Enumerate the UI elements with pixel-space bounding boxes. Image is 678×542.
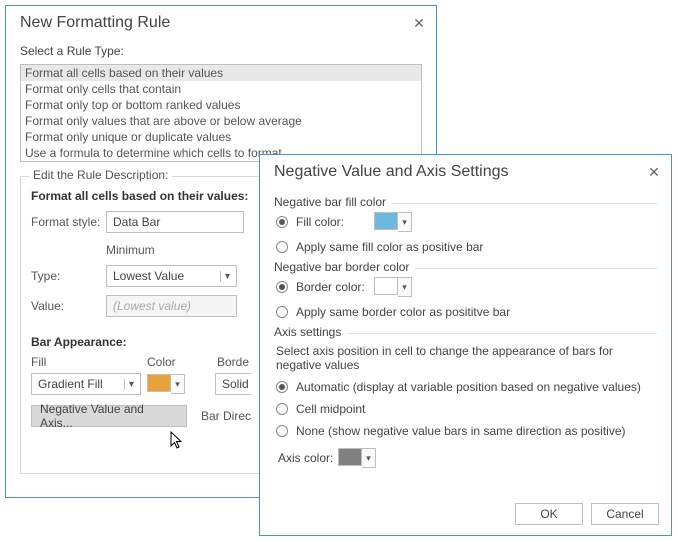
radio-icon	[276, 381, 288, 393]
ok-button[interactable]: OK	[515, 503, 583, 525]
chevron-down-icon: ▾	[362, 448, 376, 468]
chevron-down-icon: ▾	[171, 374, 185, 394]
axis-auto-radio[interactable]: Automatic (display at variable position …	[276, 380, 657, 394]
color-swatch	[147, 374, 171, 392]
neg-border-color-picker[interactable]: ▾	[374, 277, 412, 297]
value-placeholder: (Lowest value)	[113, 299, 191, 313]
list-item[interactable]: Format only top or bottom ranked values	[21, 97, 421, 113]
same-border-radio[interactable]: Apply same border color as posititve bar	[276, 305, 657, 319]
panel-legend: Edit the Rule Description:	[29, 168, 172, 182]
neg-fill-color-picker[interactable]: ▾	[374, 212, 412, 232]
axis-none-radio[interactable]: None (show negative value bars in same d…	[276, 424, 657, 438]
neg-fill-fieldset: Negative bar fill color	[274, 203, 657, 204]
fieldset-legend: Negative bar border color	[274, 260, 415, 274]
neg-border-fieldset: Negative bar border color	[274, 268, 657, 269]
axis-color-label: Axis color:	[278, 451, 338, 465]
radio-icon	[276, 216, 288, 228]
radio-icon	[276, 306, 288, 318]
axis-auto-label: Automatic (display at variable position …	[296, 380, 641, 394]
close-icon[interactable]: ✕	[412, 16, 426, 30]
border-select[interactable]: Solid	[215, 373, 251, 395]
border-color-radio[interactable]: Border color: ▾	[276, 277, 657, 297]
chevron-down-icon: ▾	[398, 212, 412, 232]
fill-select[interactable]: Gradient Fill ▾	[31, 373, 141, 395]
fill-header: Fill	[31, 355, 147, 369]
color-swatch	[374, 277, 398, 295]
same-border-label: Apply same border color as posititve bar	[296, 305, 510, 319]
same-fill-label: Apply same fill color as positive bar	[296, 240, 483, 254]
type-select[interactable]: Lowest Value ▾	[106, 265, 237, 287]
type-value: Lowest Value	[113, 269, 184, 283]
value-input: (Lowest value)	[106, 295, 237, 317]
radio-icon	[276, 281, 288, 293]
list-item[interactable]: Format only unique or duplicate values	[21, 129, 421, 145]
fill-color-picker[interactable]: ▾	[147, 374, 185, 394]
list-item[interactable]: Format all cells based on their values	[21, 65, 421, 81]
select-rule-type-label: Select a Rule Type:	[20, 44, 422, 58]
type-label: Type:	[31, 269, 106, 283]
rule-type-list[interactable]: Format all cells based on their values F…	[20, 64, 422, 162]
negative-value-axis-dialog: Negative Value and Axis Settings ✕ Negat…	[259, 154, 672, 536]
dialog-title: New Formatting Rule	[20, 14, 170, 32]
minimum-header: Minimum	[106, 243, 155, 257]
close-icon[interactable]: ✕	[647, 165, 661, 179]
list-item[interactable]: Format only cells that contain	[21, 81, 421, 97]
axis-help-text: Select axis position in cell to change t…	[276, 344, 657, 372]
radio-icon	[276, 241, 288, 253]
fill-color-label: Fill color:	[296, 215, 374, 229]
fieldset-legend: Axis settings	[274, 325, 347, 339]
axis-color-picker[interactable]: ▾	[338, 448, 376, 468]
fill-value: Gradient Fill	[38, 377, 103, 391]
border-header: Borde	[217, 355, 249, 369]
format-style-label: Format style:	[31, 215, 106, 229]
list-item[interactable]: Format only values that are above or bel…	[21, 113, 421, 129]
chevron-down-icon: ▾	[398, 277, 412, 297]
same-fill-radio[interactable]: Apply same fill color as positive bar	[276, 240, 657, 254]
cancel-button[interactable]: Cancel	[591, 503, 659, 525]
border-color-label: Border color:	[296, 280, 374, 294]
negative-value-axis-button[interactable]: Negative Value and Axis...	[31, 405, 187, 427]
axis-none-label: None (show negative value bars in same d…	[296, 424, 626, 438]
format-style-select[interactable]: Data Bar	[106, 211, 244, 233]
color-header: Color	[147, 355, 217, 369]
color-swatch	[374, 212, 398, 230]
titlebar: Negative Value and Axis Settings ✕	[260, 155, 671, 187]
color-swatch	[338, 448, 362, 466]
bar-direction-label: Bar Direc	[201, 409, 251, 423]
border-value: Solid	[222, 377, 249, 391]
fill-color-radio[interactable]: Fill color: ▾	[276, 212, 657, 232]
value-label: Value:	[31, 299, 106, 313]
axis-fieldset: Axis settings	[274, 333, 657, 334]
axis-mid-radio[interactable]: Cell midpoint	[276, 402, 657, 416]
chevron-down-icon: ▾	[220, 271, 230, 282]
radio-icon	[276, 403, 288, 415]
format-style-value: Data Bar	[113, 215, 160, 229]
radio-icon	[276, 425, 288, 437]
chevron-down-icon: ▾	[124, 379, 134, 390]
axis-color-row: Axis color: ▾	[276, 448, 657, 468]
fieldset-legend: Negative bar fill color	[274, 195, 392, 209]
titlebar: New Formatting Rule ✕	[6, 6, 436, 38]
dialog-title: Negative Value and Axis Settings	[274, 163, 509, 181]
dialog-footer: OK Cancel	[515, 503, 659, 525]
axis-mid-label: Cell midpoint	[296, 402, 365, 416]
